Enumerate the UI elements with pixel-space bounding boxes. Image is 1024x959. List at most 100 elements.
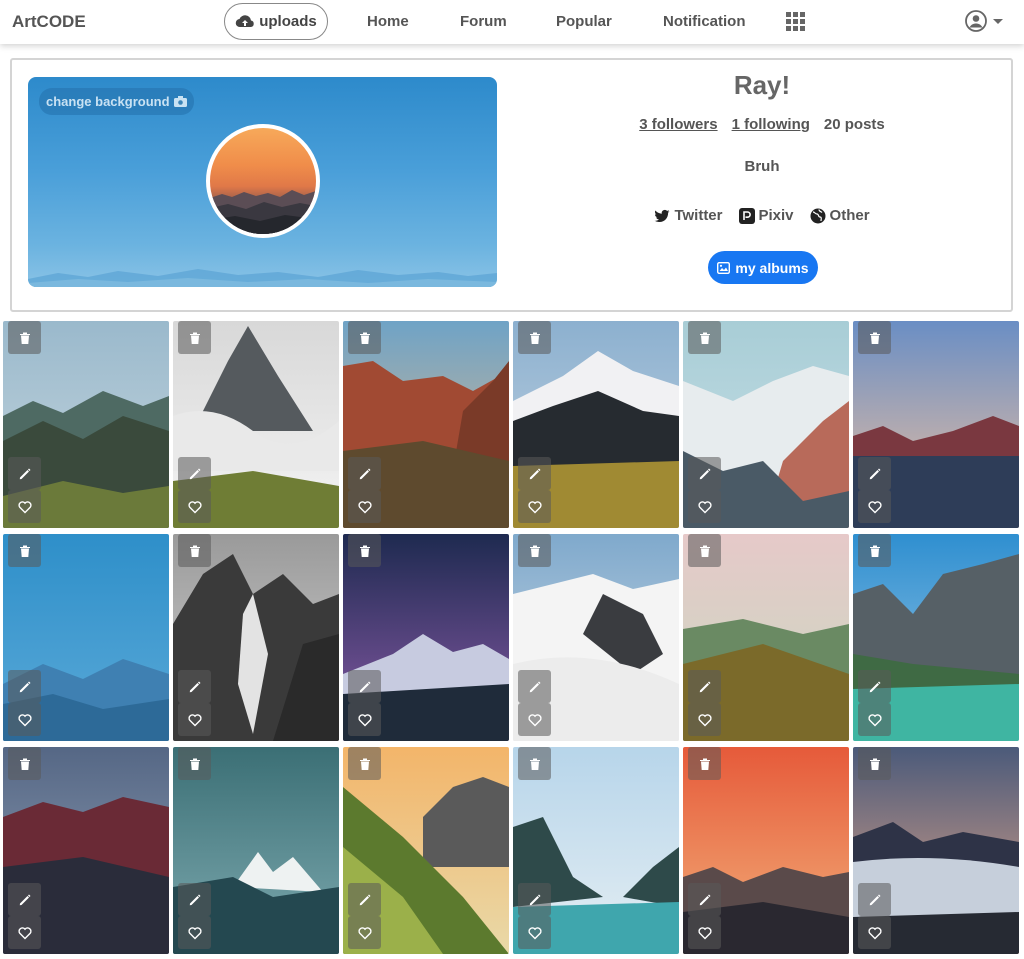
edit-image-button[interactable] [178,457,211,490]
gallery-image-mountain-lake-valley[interactable] [513,747,679,954]
delete-image-button[interactable] [688,321,721,354]
like-image-button[interactable] [178,490,211,523]
edit-image-button[interactable] [688,883,721,916]
like-image-button[interactable] [8,490,41,523]
edit-image-button[interactable] [178,883,211,916]
like-image-button[interactable] [8,703,41,736]
pixiv-icon [738,207,755,224]
user-menu-dropdown[interactable] [965,10,1003,32]
delete-image-button[interactable] [178,747,211,780]
edit-image-button[interactable] [348,670,381,703]
edit-image-button[interactable] [518,457,551,490]
like-image-button[interactable] [8,916,41,949]
delete-image-button[interactable] [178,534,211,567]
edit-image-button[interactable] [8,670,41,703]
gallery-image-turquoise-alpine-lake[interactable] [853,534,1019,741]
like-image-button[interactable] [518,703,551,736]
trash-icon [869,332,880,344]
pencil-icon [19,681,30,692]
delete-image-button[interactable] [8,534,41,567]
following-link[interactable]: 1 following [732,116,810,133]
like-image-button[interactable] [688,916,721,949]
delete-image-button[interactable] [518,534,551,567]
gallery-image-teal-snowy-peak[interactable] [173,747,339,954]
gallery-image-orange-sunset-peaks[interactable] [683,747,849,954]
like-image-button[interactable] [518,490,551,523]
edit-image-button[interactable] [8,883,41,916]
uploads-button[interactable]: uploads [224,3,328,40]
like-image-button[interactable] [178,916,211,949]
other-link[interactable]: Other [810,207,870,224]
gallery-image-black-white-peaks[interactable] [173,534,339,741]
gallery-image-rocky-peak-clouds[interactable] [173,321,339,528]
pencil-icon [359,894,370,905]
edit-image-button[interactable] [858,670,891,703]
banner-mountains [28,269,497,287]
nav-popular[interactable]: Popular [556,13,612,30]
edit-image-button[interactable] [178,670,211,703]
like-image-button[interactable] [348,916,381,949]
edit-image-button[interactable] [518,883,551,916]
edit-image-button[interactable] [8,457,41,490]
gallery-image-lake-reflection-dusk[interactable] [853,321,1019,528]
pencil-icon [869,894,880,905]
pixiv-link[interactable]: Pixiv [738,207,794,224]
heart-icon [527,926,542,939]
gallery-image-red-canyon-valley[interactable] [343,321,509,528]
gallery-image-milky-way-mountains[interactable] [343,534,509,741]
delete-image-button[interactable] [688,747,721,780]
edit-image-button[interactable] [858,457,891,490]
delete-image-button[interactable] [348,747,381,780]
like-image-button[interactable] [688,490,721,523]
edit-image-button[interactable] [518,670,551,703]
delete-image-button[interactable] [178,321,211,354]
delete-image-button[interactable] [518,321,551,354]
gallery-image-snowy-peak-sea-of-clouds[interactable] [513,534,679,741]
edit-image-button[interactable] [688,457,721,490]
apps-grid-icon[interactable] [786,12,805,31]
like-image-button[interactable] [348,490,381,523]
profile-avatar[interactable] [206,124,320,238]
change-background-button[interactable]: change background [39,88,194,115]
nav-home[interactable]: Home [367,13,409,30]
edit-image-button[interactable] [688,670,721,703]
nav-forum[interactable]: Forum [460,13,507,30]
pencil-icon [359,681,370,692]
delete-image-button[interactable] [518,747,551,780]
like-image-button[interactable] [518,916,551,949]
delete-image-button[interactable] [348,534,381,567]
followers-link[interactable]: 3 followers [639,116,717,133]
delete-image-button[interactable] [348,321,381,354]
like-image-button[interactable] [688,703,721,736]
pixiv-label: Pixiv [758,207,794,224]
delete-image-button[interactable] [8,321,41,354]
edit-image-button[interactable] [348,883,381,916]
my-albums-button[interactable]: my albums [708,251,818,284]
gallery-image-green-hills-sunrise[interactable] [683,534,849,741]
delete-image-button[interactable] [858,321,891,354]
gallery-image-red-mountain-range[interactable] [3,747,169,954]
nav-notification[interactable]: Notification [663,13,746,30]
twitter-link[interactable]: Twitter [654,207,723,224]
delete-image-button[interactable] [858,747,891,780]
delete-image-button[interactable] [688,534,721,567]
trash-icon [19,332,30,344]
gallery-image-misty-mountain-valley[interactable] [3,321,169,528]
edit-image-button[interactable] [348,457,381,490]
like-image-button[interactable] [858,703,891,736]
edit-image-button[interactable] [858,883,891,916]
like-image-button[interactable] [858,916,891,949]
delete-image-button[interactable] [858,534,891,567]
gallery-image-golden-hour-slope[interactable] [343,747,509,954]
like-image-button[interactable] [348,703,381,736]
gallery-image-blue-mountain-haze[interactable] [3,534,169,741]
like-image-button[interactable] [858,490,891,523]
brand-logo[interactable]: ArtCODE [12,12,86,32]
profile-card: change background Ray! 3 followers 1 fol… [10,58,1013,312]
delete-image-button[interactable] [8,747,41,780]
like-image-button[interactable] [178,703,211,736]
gallery-image-sea-of-clouds-dawn[interactable] [853,747,1019,954]
gallery-image-snowy-peak-grassland[interactable] [513,321,679,528]
trash-icon [699,545,710,557]
gallery-image-snowy-ridge-sunset[interactable] [683,321,849,528]
